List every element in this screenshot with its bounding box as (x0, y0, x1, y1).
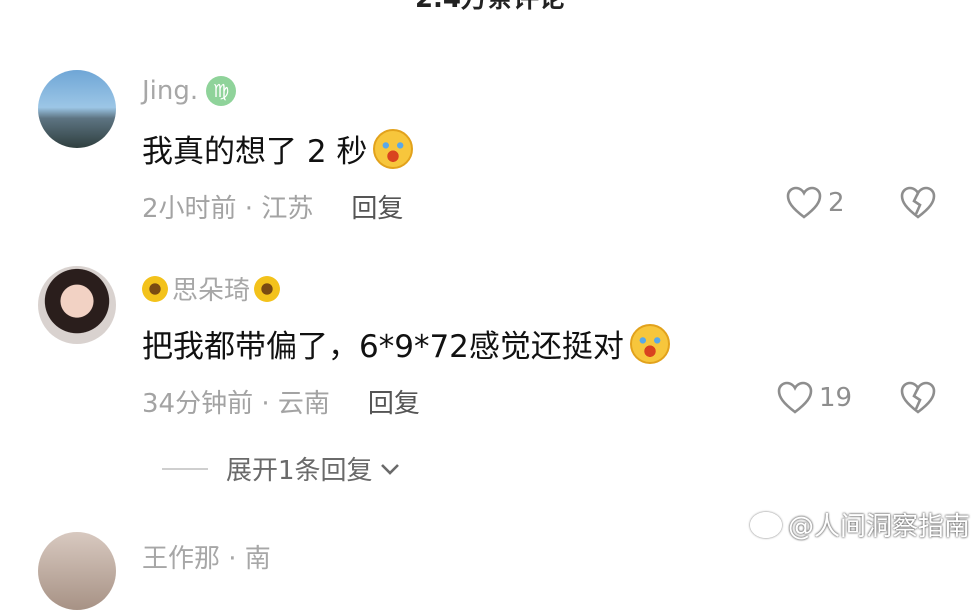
broken-heart-icon (900, 186, 936, 219)
weibo-logo-icon (749, 511, 782, 538)
comment-text: 我真的想了 2 秒 (142, 126, 414, 171)
divider-line (162, 467, 208, 470)
comment-time-location: 2小时前 · 江苏 (142, 194, 314, 224)
dislike-button[interactable] (900, 186, 936, 224)
comment-time-location: 34分钟前 · 云南 (142, 389, 330, 419)
watermark: @人间洞察指南 (749, 506, 970, 543)
expand-replies-button[interactable]: 展开1条回复 (162, 450, 401, 487)
comment-meta: 2小时前 · 江苏 回复 (142, 188, 403, 225)
username-label: 王作那 · 南 (142, 544, 271, 574)
avatar[interactable] (38, 266, 116, 344)
virgo-badge-icon: ♍ (206, 76, 237, 106)
avatar[interactable] (38, 532, 116, 610)
chevron-down-icon (380, 463, 399, 475)
like-button[interactable]: 2 (786, 186, 845, 220)
comment-text-content: 我真的想了 2 秒 (142, 134, 368, 170)
comment-count-title: 2.4万条评论 (0, 0, 980, 15)
comment-text: 把我都带偏了，6*9*72感觉还挺对 (142, 321, 670, 366)
reply-button[interactable]: 回复 (368, 383, 420, 420)
sunflower-icon (142, 275, 168, 302)
comment-meta: 34分钟前 · 云南 回复 (142, 383, 420, 420)
username-label: Jing. (142, 76, 199, 106)
crying-laughing-emoji-icon (373, 128, 414, 169)
like-button[interactable]: 19 (777, 381, 852, 415)
like-count: 2 (828, 188, 845, 218)
comment-username[interactable]: 思朵琦 (142, 270, 281, 307)
comment-username[interactable]: 王作那 · 南 (142, 538, 271, 575)
crying-laughing-emoji-icon (629, 323, 670, 364)
dislike-button[interactable] (900, 381, 936, 419)
username-label: 思朵琦 (172, 276, 251, 306)
expand-replies-label: 展开1条回复 (226, 456, 373, 486)
sunflower-icon (254, 275, 281, 302)
avatar[interactable] (38, 70, 116, 148)
comment-text-content: 把我都带偏了，6*9*72感觉还挺对 (142, 329, 624, 365)
like-count: 19 (819, 383, 853, 413)
comment-username[interactable]: Jing. ♍ (142, 76, 237, 106)
heart-icon (786, 186, 822, 219)
watermark-text: @人间洞察指南 (787, 512, 970, 542)
reply-button[interactable]: 回复 (351, 188, 403, 225)
heart-icon (777, 381, 813, 414)
broken-heart-icon (900, 381, 936, 414)
